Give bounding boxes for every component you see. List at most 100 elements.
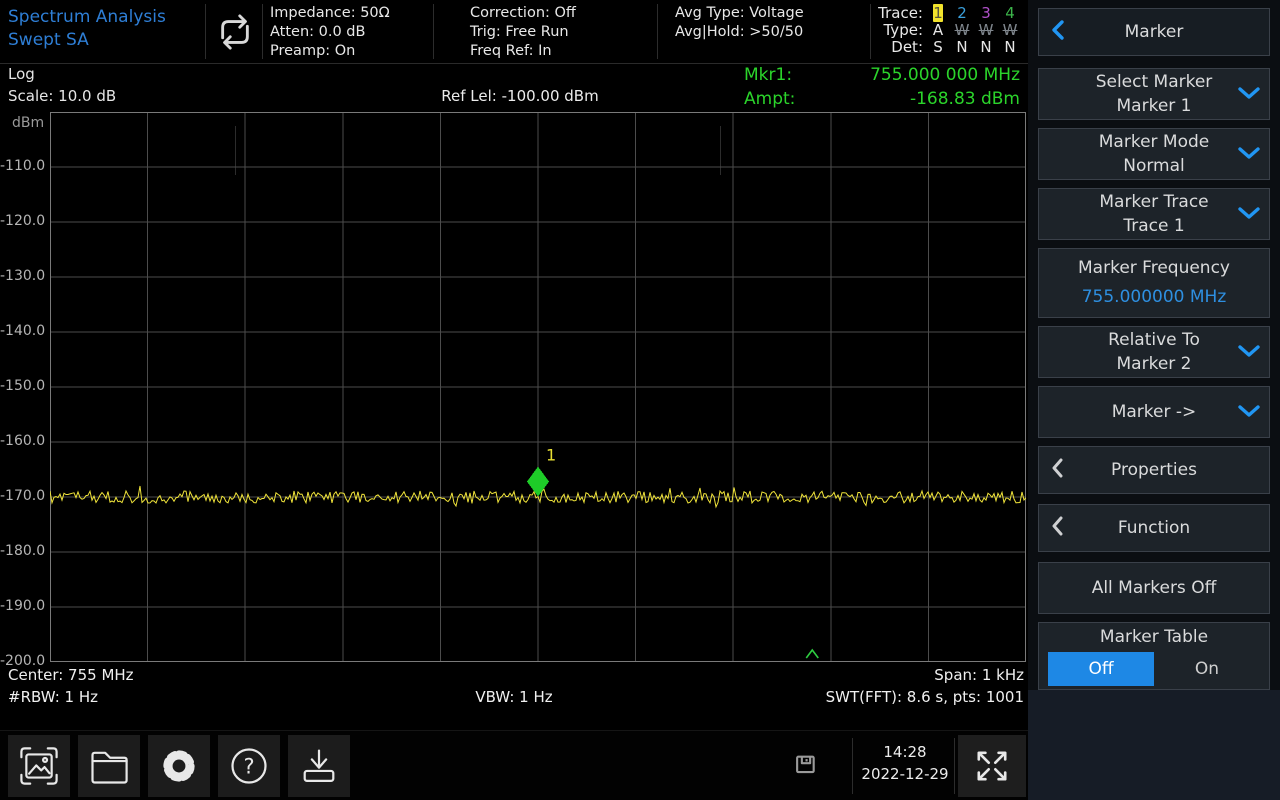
marker-mode-label: Marker Mode [1099,132,1209,153]
settings-gear-icon [156,743,202,789]
marker-table-label: Marker Table [1100,627,1208,648]
trace-2-det: N [950,39,974,56]
marker-readout-label: Mkr1: [744,63,792,87]
toolbar-divider [954,738,955,794]
sidebar-empty-area [1028,690,1280,800]
scale-per-div-label: Scale: 10.0 dB [8,87,116,105]
marker-to-label: Marker -> [1112,402,1197,423]
trace-status-table[interactable]: Trace: 1 2 3 4 Type: A W W W Det: S N N … [876,5,1022,56]
file-browser-button[interactable] [78,735,140,797]
marker-table-off-button[interactable]: Off [1048,652,1154,686]
bottom-toolbar: ? [0,730,1028,800]
y-tick-label: -130.0 [0,268,44,284]
average-params: Avg Type: Voltage Avg|Hold: >50/50 [675,4,804,42]
marker-mode-button[interactable]: Marker Mode Normal [1038,128,1270,180]
trace-4-type: W [998,22,1022,39]
main-area: Spectrum Analysis Swept SA Impedance: 50… [0,0,1028,800]
marker-table-on-button[interactable]: On [1154,652,1260,686]
all-markers-off-label: All Markers Off [1092,578,1217,599]
y-axis-labels: -110.0-120.0-130.0-140.0-150.0-160.0-170… [0,112,46,662]
select-marker-value: Marker 1 [1117,96,1192,117]
trace-3-number[interactable]: 3 [974,5,998,22]
mode-title-line2: Swept SA [8,29,166,52]
y-tick-label: -110.0 [0,158,44,174]
trace-row-label: Trace: [876,5,926,22]
span-label: Span: 1 kHz [934,664,1024,686]
marker-readout: Mkr1: 755.000 000 MHz Ampt: -168.83 dBm [722,63,1024,112]
svg-text:?: ? [243,755,254,779]
trace-3-type: W [974,22,998,39]
trace-4-number[interactable]: 4 [998,5,1022,22]
type-row-label: Type: [876,22,926,39]
preamp-readout: Preamp: On [270,42,390,61]
marker-ampt-label: Ampt: [744,87,795,111]
trace-2-number[interactable]: 2 [950,5,974,22]
help-button[interactable]: ? [218,735,280,797]
log-scale-label: Log [8,65,35,83]
continuous-sweep-icon[interactable] [213,13,257,55]
chevron-down-icon [1238,403,1260,422]
scale-row: Log Scale: 10.0 dB Ref Lel: -100.00 dBm … [0,63,1028,112]
trace-1-type: A [926,22,950,39]
relative-to-button[interactable]: Relative To Marker 2 [1038,326,1270,378]
marker-trace-value: Trace 1 [1123,216,1184,237]
spectrum-plot[interactable]: 1 [50,112,1026,662]
marker-ampt-value: -168.83 dBm [910,87,1020,111]
sweep-time-label: SWT(FFT): 8.6 s, pts: 1001 [826,686,1024,708]
trace-4-det: N [998,39,1022,56]
menu-header[interactable]: Marker [1038,8,1270,56]
y-tick-label: -170.0 [0,488,44,504]
function-label: Function [1118,518,1190,539]
impedance-readout: Impedance: 50Ω [270,4,390,23]
marker-to-button[interactable]: Marker -> [1038,386,1270,438]
header-divider [870,4,871,59]
y-tick-label: -180.0 [0,543,44,559]
clock: 14:28 2022-12-29 [856,741,954,785]
spectrum-analyzer-screen: Spectrum Analysis Swept SA Impedance: 50… [0,0,1280,800]
marker-readout-frequency: 755.000 000 MHz [870,63,1020,87]
fullscreen-button[interactable] [958,735,1026,797]
screenshot-button[interactable] [8,735,70,797]
relative-to-label: Relative To [1108,330,1200,351]
trace-1-det: S [926,39,950,56]
screenshot-icon [17,744,61,788]
ref-level-label: Ref Lel: -100.00 dBm [320,87,720,105]
relative-to-value: Marker 2 [1117,354,1192,375]
chevron-down-icon [1238,145,1260,164]
settings-button[interactable] [148,735,210,797]
marker-frequency-field[interactable]: Marker Frequency 755.000000 MHz [1038,248,1270,318]
storage-status-icon [793,752,819,782]
chevron-left-icon [1051,516,1063,540]
marker-trace-button[interactable]: Marker Trace Trace 1 [1038,188,1270,240]
properties-button[interactable]: Properties [1038,446,1270,494]
save-icon [297,744,341,788]
correction-readout: Correction: Off [470,4,576,23]
save-button[interactable] [288,735,350,797]
sweep-annotation: Center: 755 MHz Span: 1 kHz #RBW: 1 Hz V… [0,664,1028,708]
properties-label: Properties [1111,460,1197,481]
marker-mode-value: Normal [1123,156,1185,177]
input-params: Impedance: 50Ω Atten: 0.0 dB Preamp: On [270,4,390,61]
marker-frequency-value[interactable]: 755.000000 MHz [1082,287,1227,308]
marker-table-control: Marker Table Off On [1038,622,1270,690]
trace-1-number[interactable]: 1 [933,4,943,22]
marker-trace-label: Marker Trace [1099,192,1208,213]
avg-hold-readout: Avg|Hold: >50/50 [675,23,804,42]
header-divider [657,4,658,59]
freq-ref-readout: Freq Ref: In [470,42,576,61]
trace-3-det: N [974,39,998,56]
menu-sidebar: Marker Select Marker Marker 1 Marker Mod… [1028,0,1280,800]
y-tick-label: -160.0 [0,433,44,449]
toolbar-divider [852,738,853,794]
function-button[interactable]: Function [1038,504,1270,552]
y-tick-label: -190.0 [0,598,44,614]
mode-title-line1: Spectrum Analysis [8,6,166,29]
back-chevron-icon[interactable] [1051,19,1065,45]
select-marker-button[interactable]: Select Marker Marker 1 [1038,68,1270,120]
all-markers-off-button[interactable]: All Markers Off [1038,562,1270,614]
center-frequency-label: Center: 755 MHz [8,664,134,686]
menu-title: Marker [1125,22,1184,43]
chevron-down-icon [1238,205,1260,224]
y-tick-label: -120.0 [0,213,44,229]
expand-arrows-icon [970,744,1014,788]
